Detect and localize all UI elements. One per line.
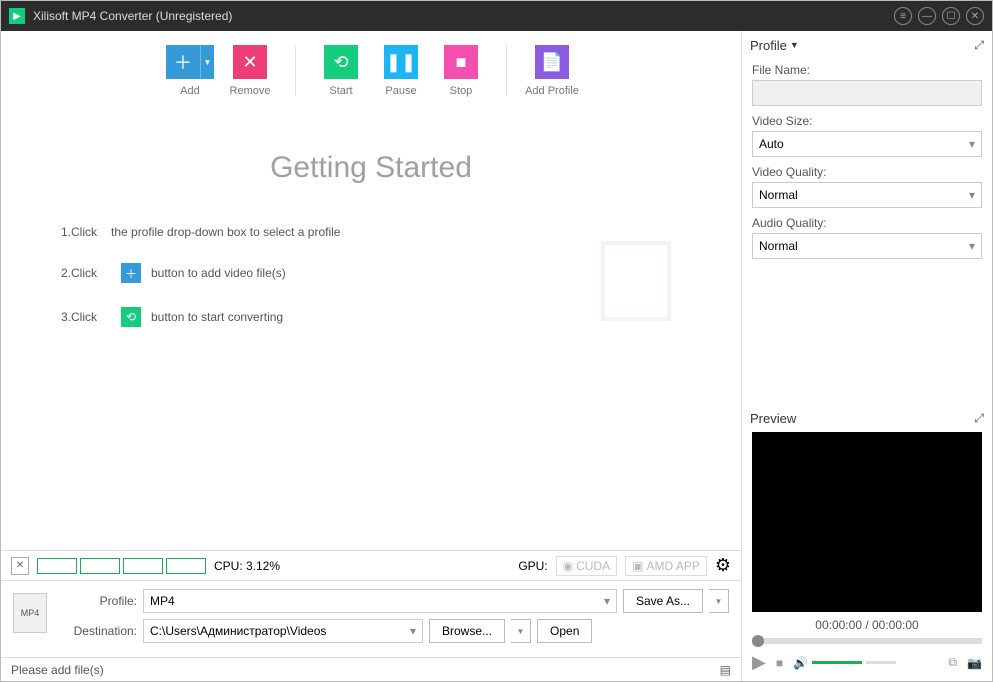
add-label: Add xyxy=(180,85,200,97)
maximize-button[interactable]: ☐ xyxy=(942,7,960,25)
refresh-icon: ⟲ xyxy=(121,307,141,327)
add-profile-button[interactable]: 📄 Add Profile xyxy=(522,45,582,97)
preview-time: 00:00:00 / 00:00:00 xyxy=(742,618,992,632)
toolbar: ＋ ▼ Add ✕ Remove ⟲ Start ❚❚ Pause ■ Stop xyxy=(1,31,741,111)
titlebar: ▶ Xilisoft MP4 Converter (Unregistered) … xyxy=(1,1,992,31)
step-3: 3.Click ⟲ button to start converting xyxy=(61,307,461,327)
amd-icon: ▣ xyxy=(632,559,643,573)
pause-icon: ❚❚ xyxy=(384,45,418,79)
gpu-label: GPU: xyxy=(518,559,547,573)
volume-icon[interactable]: 🔊 xyxy=(793,656,808,670)
add-button[interactable]: ＋ ▼ Add xyxy=(160,45,220,97)
preview-panel-header: Preview ⤢ xyxy=(742,404,992,432)
chevron-down-icon[interactable]: ▼ xyxy=(790,40,799,50)
nvidia-icon: ◉ xyxy=(563,559,573,573)
cpu-label: CPU: 3.12% xyxy=(214,559,280,573)
open-button[interactable]: Open xyxy=(537,619,592,643)
plus-icon: ＋ xyxy=(121,263,141,283)
save-as-button[interactable]: Save As... xyxy=(623,589,703,613)
refresh-icon: ⟲ xyxy=(324,45,358,79)
layout-toggle-icon[interactable]: ▤ xyxy=(720,663,731,677)
document-icon: 📄 xyxy=(535,45,569,79)
settings-icon[interactable]: ⚙ xyxy=(715,555,731,576)
stop-icon: ■ xyxy=(444,45,478,79)
browse-dropdown[interactable]: ▼ xyxy=(511,619,531,643)
start-label: Start xyxy=(329,85,352,97)
film-strip-icon xyxy=(601,241,671,321)
stop-label: Stop xyxy=(450,85,473,97)
volume-slider[interactable] xyxy=(812,661,862,664)
expand-icon[interactable]: ⤢ xyxy=(974,411,984,426)
destination-label: Destination: xyxy=(57,624,137,638)
cuda-button[interactable]: ◉CUDA xyxy=(556,556,618,576)
audioquality-label: Audio Quality: xyxy=(752,216,982,230)
separator xyxy=(506,46,507,96)
preview-seek-slider[interactable] xyxy=(752,638,982,644)
message-bar: Please add file(s) ▤ xyxy=(1,657,741,681)
bottom-panel: MP4 Profile: MP4 Save As... ▼ Destinatio… xyxy=(1,580,741,657)
profile-label: Profile: xyxy=(57,594,137,608)
add-dropdown-arrow[interactable]: ▼ xyxy=(200,45,214,79)
play-button[interactable]: ▶ xyxy=(752,652,766,673)
separator xyxy=(295,46,296,96)
filename-label: File Name: xyxy=(752,63,982,77)
add-profile-label: Add Profile xyxy=(525,85,579,97)
pause-button[interactable]: ❚❚ Pause xyxy=(371,45,431,97)
cpu-meter xyxy=(37,558,206,574)
snapshot-icon[interactable]: 📷 xyxy=(967,656,982,670)
profile-panel-header: Profile ▼ ⤢ xyxy=(742,31,992,59)
start-button[interactable]: ⟲ Start xyxy=(311,45,371,97)
x-icon: ✕ xyxy=(233,45,267,79)
slider-thumb[interactable] xyxy=(752,635,764,647)
clear-button[interactable]: ✕ xyxy=(11,557,29,575)
step-2: 2.Click ＋ button to add video file(s) xyxy=(61,263,461,283)
minimize-button[interactable]: — xyxy=(918,7,936,25)
menu-button[interactable]: ≡ xyxy=(894,7,912,25)
getting-started-title: Getting Started xyxy=(61,151,681,185)
preview-screen xyxy=(752,432,982,612)
videoquality-combo[interactable]: Normal xyxy=(752,182,982,208)
destination-combo[interactable]: C:\Users\Администратор\Videos xyxy=(143,619,423,643)
videosize-label: Video Size: xyxy=(752,114,982,128)
plus-icon: ＋ xyxy=(166,45,200,79)
profile-combo[interactable]: MP4 xyxy=(143,589,617,613)
browse-button[interactable]: Browse... xyxy=(429,619,505,643)
close-button[interactable]: ✕ xyxy=(966,7,984,25)
videoquality-label: Video Quality: xyxy=(752,165,982,179)
mp4-file-icon: MP4 xyxy=(13,593,47,633)
remove-label: Remove xyxy=(230,85,271,97)
pause-label: Pause xyxy=(385,85,416,97)
statusbar: ✕ CPU: 3.12% GPU: ◉CUDA ▣AMD APP ⚙ xyxy=(1,550,741,580)
stop-button[interactable]: ■ Stop xyxy=(431,45,491,97)
expand-icon[interactable]: ⤢ xyxy=(974,38,984,53)
remove-button[interactable]: ✕ Remove xyxy=(220,45,280,97)
amd-button[interactable]: ▣AMD APP xyxy=(625,556,707,576)
save-as-dropdown[interactable]: ▼ xyxy=(709,589,729,613)
favorite-icon[interactable]: ⧉ xyxy=(948,655,957,670)
step-1: 1.Click the profile drop-down box to sel… xyxy=(61,225,461,239)
app-logo-icon: ▶ xyxy=(9,8,25,24)
stop-preview-button[interactable]: ■ xyxy=(776,656,783,670)
videosize-combo[interactable]: Auto xyxy=(752,131,982,157)
audioquality-combo[interactable]: Normal xyxy=(752,233,982,259)
filename-input[interactable] xyxy=(752,80,982,106)
content-area: Getting Started 1.Click the profile drop… xyxy=(1,111,741,550)
window-title: Xilisoft MP4 Converter (Unregistered) xyxy=(33,9,888,23)
